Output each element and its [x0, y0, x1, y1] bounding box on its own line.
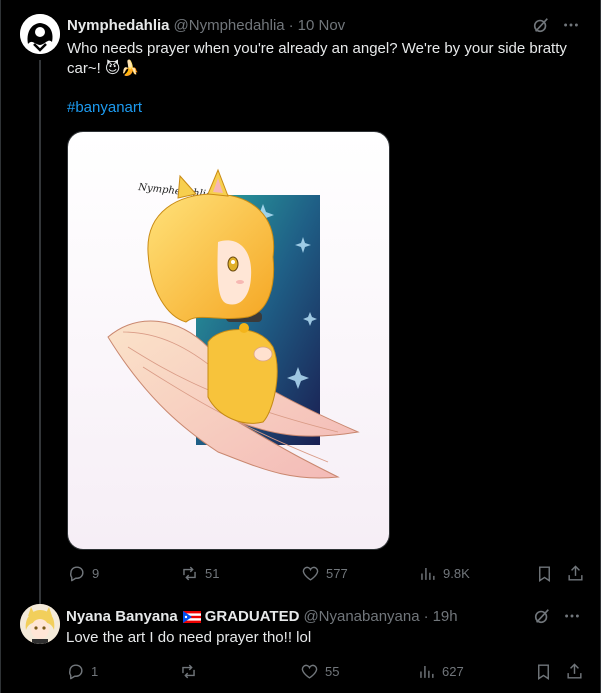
like-count: 577: [326, 565, 348, 581]
grok-icon[interactable]: [532, 16, 550, 34]
badge-text: GRADUATED: [204, 607, 300, 625]
bookmark-icon: [539, 565, 550, 582]
avatar[interactable]: [20, 604, 60, 644]
tweet-header: Nymphedahlia @Nymphedahlia · 10 Nov: [67, 14, 588, 36]
bookmark-button[interactable]: [535, 562, 554, 584]
views-button[interactable]: 9.8K: [418, 562, 470, 584]
share-button[interactable]: [565, 660, 584, 682]
timestamp[interactable]: 19h: [433, 608, 458, 625]
tweet-text-line2: car~! 😈🍌: [67, 60, 140, 77]
timestamp[interactable]: 10 Nov: [298, 17, 346, 34]
like-button[interactable]: 55: [300, 660, 339, 682]
share-button[interactable]: [566, 562, 585, 584]
bookmark-button[interactable]: [534, 660, 553, 682]
views-icon: [421, 567, 435, 580]
reply-button[interactable]: 9: [67, 562, 99, 584]
author-name[interactable]: Nyana Banyana: [66, 608, 178, 625]
reply-count: 9: [92, 565, 100, 581]
grok-icon[interactable]: [533, 607, 551, 625]
view-count: 9.8K: [443, 565, 470, 581]
separator: ·: [288, 16, 294, 34]
tweet-text: Who needs prayer when you're already an …: [67, 39, 580, 79]
bookmark-icon: [538, 663, 549, 680]
view-count: 627: [442, 663, 464, 679]
more-icon[interactable]: [562, 16, 580, 34]
thread-line: [39, 60, 41, 606]
reply-count: 1: [91, 663, 99, 679]
heart-icon: [302, 566, 319, 581]
author-name[interactable]: Nymphedahlia: [67, 17, 170, 34]
reply-button[interactable]: 1: [66, 660, 98, 682]
reply-icon: [69, 663, 83, 679]
repost-icon: [182, 664, 195, 678]
avatar[interactable]: [20, 14, 60, 54]
puerto-rico-flag-icon: [182, 610, 201, 623]
author-handle[interactable]: @Nymphedahlia: [174, 17, 285, 34]
tweet-2-header: Nyana Banyana GRADUATED @Nyanabanyana · …: [66, 605, 589, 627]
separator: ·: [423, 607, 429, 625]
tweet-text-line1: Who needs prayer when you're already an …: [67, 40, 567, 57]
media-image[interactable]: Nymphedahlia: [67, 131, 390, 550]
views-icon: [420, 665, 434, 678]
repost-icon: [183, 566, 196, 580]
like-button[interactable]: 577: [301, 562, 348, 584]
tweet-1[interactable]: Nymphedahlia @Nymphedahlia · 10 Nov Who …: [0, 0, 601, 606]
tweet-actions: 9 51 577 9.8K: [67, 562, 587, 584]
hashtag-link[interactable]: #banyanart: [67, 99, 142, 116]
share-icon: [568, 564, 583, 581]
author-handle[interactable]: @Nyanabanyana: [303, 608, 419, 625]
repost-count: 51: [205, 565, 220, 581]
reply-icon: [70, 565, 84, 581]
repost-button[interactable]: [179, 660, 204, 682]
share-icon: [567, 662, 582, 679]
like-count: 55: [325, 663, 340, 679]
more-icon[interactable]: [563, 607, 581, 625]
views-button[interactable]: 627: [417, 660, 464, 682]
heart-icon: [301, 664, 318, 679]
tweet-2-text: Love the art I do need prayer tho!! lol: [66, 629, 312, 646]
repost-button[interactable]: 51: [180, 562, 219, 584]
tweet-2-actions: 1 55 627: [66, 660, 586, 682]
